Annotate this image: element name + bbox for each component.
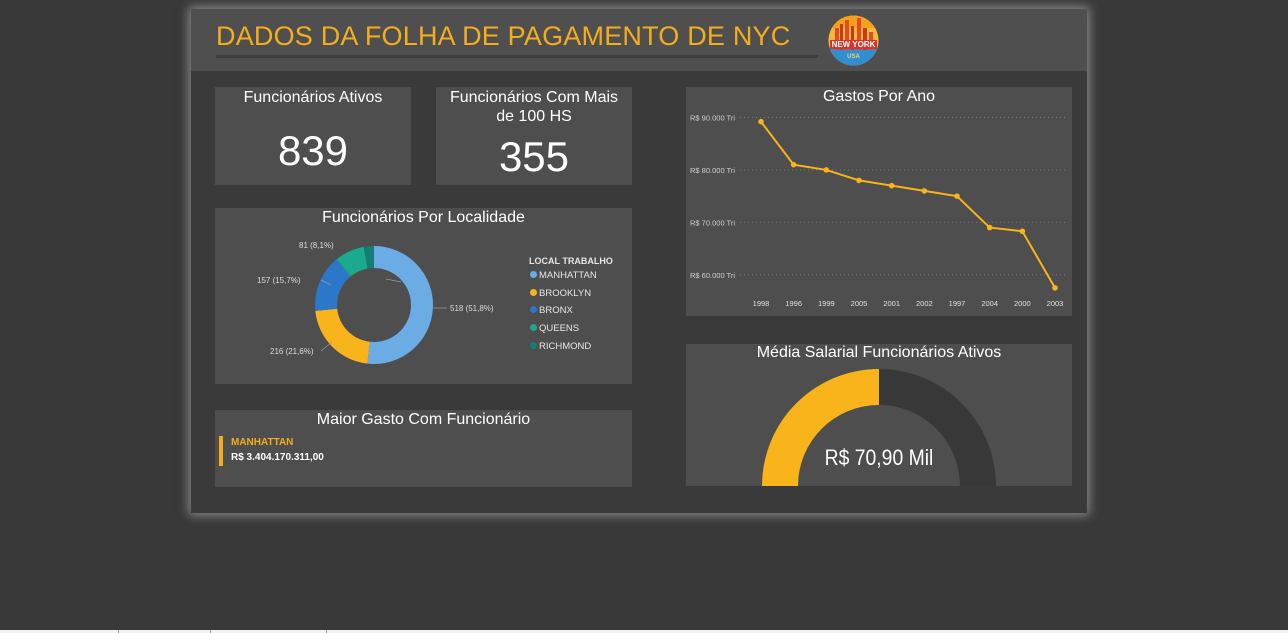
donut-slice-manhattan[interactable] [367, 246, 433, 364]
legend-label-manhattan: MANHATTAN [539, 270, 597, 281]
kpi-active-title: Funcionários Ativos [243, 89, 383, 106]
donut-label-manhattan: 518 (51,8%) [450, 304, 494, 313]
spending-by-year-card[interactable]: Gastos Por Ano R$ 60.000 Tri R$ 70.000 Tr… [686, 87, 1072, 316]
data-point-2005[interactable] [856, 177, 862, 184]
spending-series-line [760, 121, 1056, 289]
x-tick-label: 2001 [883, 299, 900, 308]
x-tick-label: 2003 [1047, 299, 1064, 308]
data-point-1999[interactable] [823, 167, 830, 173]
legend-item-manhattan[interactable]: MANHATTAN [530, 270, 597, 281]
x-tick-label: 1999 [818, 299, 835, 308]
report-canvas: DADOS DA FOLHA DE PAGAMENTO DE NYC NEW Y… [191, 9, 1087, 513]
max-spend-value: R$ 3.404.170.311,00 [231, 452, 324, 463]
legend-item-richmond[interactable]: RICHMOND [530, 341, 591, 352]
spending-line-chart: R$ 60.000 Tri R$ 70.000 Tri R$ 80.000 Tri R… [690, 113, 1068, 308]
data-point-2000[interactable] [1019, 228, 1026, 235]
x-tick-label: 2002 [916, 299, 933, 308]
legend-swatch-queens [530, 324, 537, 331]
legend-swatch-richmond [530, 342, 537, 349]
x-tick-label: 2000 [1014, 299, 1031, 308]
location-legend-title: LOCAL TRABALHO [529, 256, 613, 266]
kpi-100hs-title-line2: de 100 HS [496, 108, 572, 125]
gauge-value: R$ 70,90 Mil [824, 445, 934, 470]
logo-subtitle-text: USA [847, 54, 860, 60]
data-point-2004[interactable] [986, 224, 993, 231]
logo-title-text: NEW YORK [832, 40, 876, 49]
kpi-100hs-title-line1: Funcionários Com Mais [449, 89, 619, 106]
new-york-logo: NEW YORK USA [828, 15, 879, 66]
legend-label-bronx: BRONX [539, 305, 573, 316]
x-tick-label: 2005 [851, 299, 868, 308]
legend-label-brooklyn: BROOKLYN [539, 288, 592, 299]
legend-item-brooklyn[interactable]: BROOKLYN [530, 288, 591, 299]
y-tick-label: R$ 60.000 Tri [690, 271, 735, 280]
x-tick-label: 1997 [949, 299, 966, 308]
max-spend-location: MANHATTAN [231, 437, 294, 448]
page-title: DADOS DA FOLHA DE PAGAMENTO DE NYC [216, 21, 791, 51]
legend-item-queens[interactable]: QUEENS [530, 323, 579, 334]
data-point-1996[interactable] [790, 161, 797, 168]
title-underline [216, 55, 818, 58]
kpi-card-over-100-hours[interactable]: Funcionários Com Mais de 100 HS 355 [436, 87, 632, 185]
x-tick-label: 1998 [753, 299, 770, 308]
legend-swatch-bronx [530, 306, 537, 313]
kpi-100hs-value: 355 [498, 133, 570, 180]
legend-item-bronx[interactable]: BRONX [530, 305, 573, 316]
legend-label-queens: QUEENS [539, 323, 580, 334]
donut-label-bronx: 157 (15,7%) [257, 276, 301, 285]
donut-slice-brooklyn[interactable] [315, 308, 370, 364]
data-point-2002[interactable] [921, 188, 928, 194]
data-point-1998[interactable] [758, 118, 764, 125]
x-tick-label: 2004 [981, 299, 998, 308]
data-point-1997[interactable] [954, 193, 960, 199]
max-spend-card[interactable]: Maior Gasto Com Funcionário MANHATTAN R$… [215, 410, 632, 487]
y-tick-label: R$ 80.000 Tri [690, 166, 735, 175]
legend-swatch-brooklyn [530, 289, 537, 296]
legend-label-richmond: RICHMOND [539, 341, 592, 352]
max-spend-accent-bar [219, 436, 223, 466]
y-tick-label: R$ 90.000 Tri [690, 113, 735, 122]
y-tick-label: R$ 70.000 Tri [690, 218, 735, 227]
donut-label-queens: 81 (8,1%) [299, 241, 334, 250]
header-bar: DADOS DA FOLHA DE PAGAMENTO DE NYC NEW Y… [191, 9, 1087, 71]
employees-by-location-card[interactable]: Funcionários Por Localidade 81 (8,1%) 15… [215, 208, 632, 384]
kpi-active-value: 839 [277, 127, 349, 174]
kpi-card-active-employees[interactable]: Funcionários Ativos 839 [215, 87, 411, 185]
average-salary-card[interactable]: Média Salarial Funcionários Ativos R$ 70… [686, 344, 1072, 486]
data-point-2003[interactable] [1052, 285, 1058, 291]
legend-swatch-manhattan [530, 271, 537, 278]
max-spend-title: Maior Gasto Com Funcionário [316, 411, 531, 428]
data-point-2001[interactable] [888, 182, 895, 189]
donut-label-brooklyn: 216 (21,6%) [270, 347, 314, 356]
x-tick-label: 1996 [785, 299, 802, 308]
